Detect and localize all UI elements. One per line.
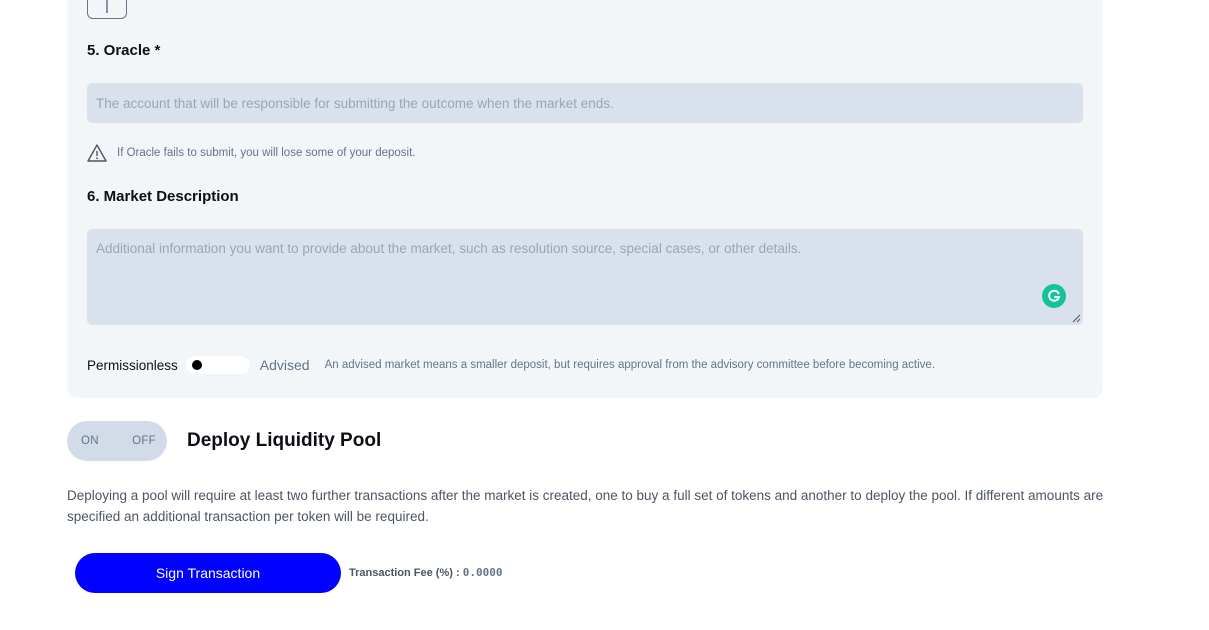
advised-help-text: An advised market means a smaller deposi… [324,359,936,371]
permission-row: Permissionless Advised An advised market… [87,355,935,375]
oracle-warning-text: If Oracle fails to submit, you will lose… [117,147,416,159]
grammarly-g-icon [1048,289,1061,302]
permission-toggle-knob [191,360,202,370]
toggle-off-label: OFF [132,435,156,447]
transaction-fee-label: Transaction Fee (%) : [349,567,460,579]
warning-icon [87,144,107,162]
sign-transaction-button[interactable]: Sign Transaction [75,553,341,593]
liquidity-pool-title: Deploy Liquidity Pool [187,430,382,451]
transaction-fee-value: 0.0000 [462,566,503,579]
plus-icon [106,0,108,13]
liquidity-pool-description: Deploying a pool will require at least t… [67,488,1104,524]
market-description-input[interactable] [87,229,1083,325]
oracle-input[interactable] [87,83,1083,123]
toggle-on-label: ON [81,435,99,447]
oracle-warning: If Oracle fails to submit, you will lose… [87,143,415,163]
liquidity-pool-toggle[interactable]: ON OFF [67,421,167,461]
oracle-heading: 5. Oracle * [87,42,161,59]
permissionless-label: Permissionless [87,357,178,373]
grammarly-icon[interactable] [1042,284,1066,308]
permission-toggle[interactable] [185,356,250,374]
advised-label: Advised [259,357,310,373]
market-description-heading: 6. Market Description [87,188,239,205]
transaction-fee: Transaction Fee (%) : 0.0000 [349,566,502,579]
resize-grip-icon[interactable] [1072,314,1081,323]
add-category-button[interactable] [87,0,127,19]
